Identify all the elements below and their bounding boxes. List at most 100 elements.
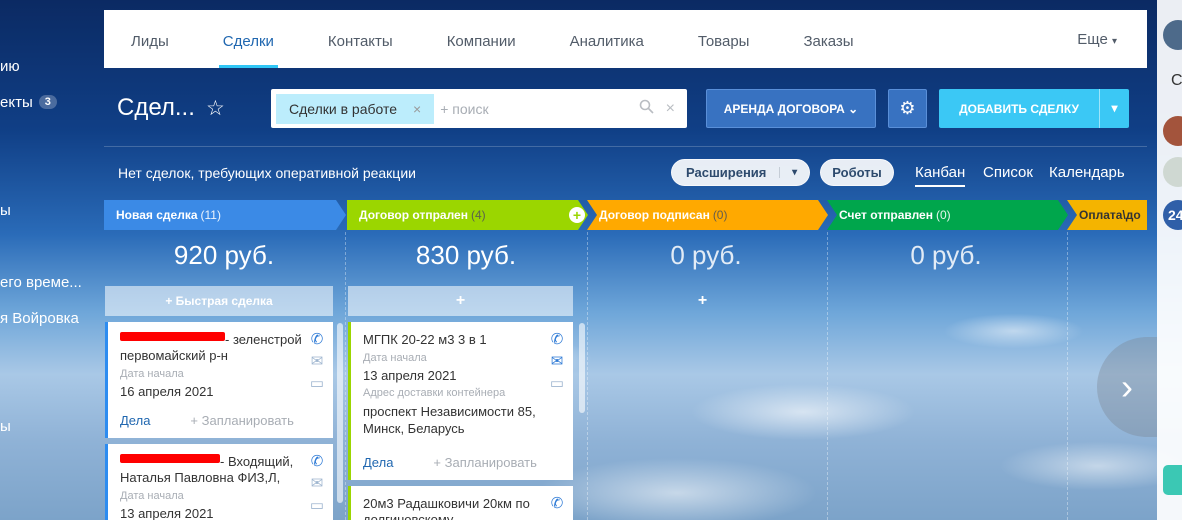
filter-preset-tag[interactable]: Сделки в работе × (276, 93, 435, 124)
mail-icon[interactable]: ✉ (309, 352, 325, 374)
nav-orders[interactable]: Заказы (776, 10, 880, 68)
phone-icon[interactable]: ✆ (549, 494, 565, 516)
counter-badge: 3 (38, 95, 57, 109)
view-kanban-tab[interactable]: Канбан (915, 164, 966, 187)
left-menu-item[interactable]: я Войровка (0, 310, 79, 327)
settings-button[interactable]: ⚙ (888, 89, 927, 128)
field-label: Дата начала (363, 352, 427, 364)
stage-count: (4) (470, 208, 486, 222)
phone-icon[interactable]: ✆ (549, 330, 565, 352)
activities-link[interactable]: Дела (120, 413, 150, 428)
stage-sum: 0 руб. (910, 240, 982, 270)
redaction-mark (120, 454, 220, 463)
page-title: Сдел... (117, 94, 195, 121)
chevron-down-icon: ⌄ (848, 101, 859, 116)
nav-more[interactable]: Еще ▾ (1077, 31, 1117, 48)
left-menu: ию екты 3 ы его време... я Войровка ы (0, 0, 104, 520)
arenda-dogovora-button[interactable]: АРЕНДА ДОГОВОРА ⌄ (706, 89, 876, 128)
quick-deal-button[interactable]: + Быстрая сделка (105, 286, 333, 316)
mail-icon[interactable]: ✉ (309, 474, 325, 496)
phone-icon[interactable]: ✆ (309, 330, 325, 352)
card-actions: ✆ ✉ ▭ (549, 330, 565, 396)
deal-title[interactable]: - зеленстрой первомайский р-н (120, 332, 305, 364)
clear-icon[interactable]: × (666, 100, 675, 118)
column-scrollbar[interactable] (337, 323, 343, 503)
deal-card[interactable]: 20м3 Радашковичи 20км по долгиновскому ✆ (348, 486, 573, 520)
deal-card[interactable]: МГПК 20-22 м3 3 в 1 Дата начала 13 апрел… (348, 322, 573, 480)
stage-sum: 830 руб. (415, 240, 517, 270)
field-value: 13 апреля 2021 (363, 368, 457, 383)
stage-name: Счет отправлен (839, 208, 933, 222)
stage-contract-signed[interactable]: Договор подписан (0) (587, 200, 823, 230)
stage-sum: 920 руб. (173, 240, 275, 270)
chat-icon[interactable]: ▭ (309, 374, 325, 396)
chevron-down-icon[interactable]: ▾ (779, 167, 809, 178)
left-menu-item[interactable]: ы (0, 202, 11, 219)
add-stage-icon[interactable]: + (569, 207, 585, 223)
arenda-button-label: АРЕНДА ДОГОВОРА (723, 101, 845, 116)
deal-title[interactable]: - Входящий, Наталья Павловна ФИЗ,Л, (120, 454, 305, 486)
chevron-down-icon: ▾ (1111, 35, 1117, 47)
field-value: 16 апреля 2021 (120, 384, 214, 399)
add-deal-button[interactable]: ДОБАВИТЬ СДЕЛКУ ▾ (939, 89, 1129, 128)
card-actions: ✆ (549, 494, 565, 516)
deal-title[interactable]: МГПК 20-22 м3 3 в 1 (363, 332, 548, 348)
extensions-label: Расширения (686, 165, 767, 180)
stage-count: (11) (200, 208, 221, 222)
field-value: 13 апреля 2021 (120, 506, 214, 520)
phone-icon[interactable]: ✆ (309, 452, 325, 474)
view-calendar-tab[interactable]: Календарь (1049, 164, 1125, 181)
plan-link[interactable]: + Запланировать (190, 413, 293, 428)
search-icon[interactable] (639, 99, 654, 119)
chevron-down-icon[interactable]: ▾ (1099, 89, 1129, 128)
deal-card[interactable]: - Входящий, Наталья Павловна ФИЗ,Л, Дата… (105, 444, 333, 520)
nav-analytics[interactable]: Аналитика (543, 10, 671, 68)
deal-title[interactable]: 20м3 Радашковичи 20км по долгиновскому (363, 496, 548, 520)
card-actions: ✆ ✉ ▭ (309, 452, 325, 518)
stage-sum: 0 руб. (670, 240, 742, 270)
right-bar-label: С (1171, 72, 1182, 89)
left-menu-item[interactable]: его време... (0, 274, 82, 291)
nav-more-label: Еще (1077, 30, 1108, 48)
robots-button[interactable]: Роботы (820, 159, 894, 186)
column-separator (345, 232, 346, 520)
column-separator (1067, 232, 1068, 520)
activities-link[interactable]: Дела (363, 455, 393, 470)
crm-top-nav: Лиды Сделки Контакты Компании Аналитика … (104, 10, 1147, 68)
chat-icon[interactable]: ▭ (549, 374, 565, 396)
quick-add-button[interactable]: + (590, 286, 815, 316)
deal-card[interactable]: - зеленстрой первомайский р-н Дата начал… (105, 322, 333, 438)
search-input[interactable]: + поиск (440, 101, 638, 117)
scroll-right-arrow[interactable]: › (1097, 337, 1157, 437)
column-separator (827, 232, 828, 520)
field-label: Адрес доставки контейнера (363, 387, 506, 399)
stage-name: Новая сделка (116, 208, 198, 222)
star-icon[interactable]: ☆ (206, 96, 225, 121)
view-list-tab[interactable]: Список (983, 164, 1033, 181)
column-scrollbar[interactable] (579, 323, 585, 413)
left-menu-item[interactable]: ы (0, 418, 11, 435)
nav-deals[interactable]: Сделки (196, 10, 301, 68)
filter-search-bar[interactable]: Сделки в работе × + поиск × (271, 89, 687, 128)
nav-products[interactable]: Товары (671, 10, 777, 68)
quick-add-button[interactable]: + (348, 286, 573, 316)
field-value: проспект Независимости 85, Минск, Белару… (363, 404, 536, 436)
chat-icon[interactable]: ▭ (309, 496, 325, 518)
stage-invoice-sent[interactable]: Счет отправлен (0) (827, 200, 1063, 230)
stage-new-deal[interactable]: Новая сделка (11) (104, 200, 340, 230)
filter-preset-label: Сделки в работе (289, 100, 398, 117)
close-icon[interactable]: × (413, 101, 421, 117)
nav-contacts[interactable]: Контакты (301, 10, 420, 68)
stage-payment[interactable]: Оплата\до (1067, 200, 1147, 230)
left-menu-item[interactable]: ию (0, 58, 20, 75)
stage-name: Оплата\до (1079, 208, 1141, 222)
extensions-button[interactable]: Расширения ▾ (671, 159, 810, 186)
plan-link[interactable]: + Запланировать (433, 455, 536, 470)
column-separator (587, 232, 588, 520)
nav-leads[interactable]: Лиды (104, 10, 196, 68)
left-menu-item[interactable]: екты 3 (0, 94, 57, 111)
nav-companies[interactable]: Компании (420, 10, 543, 68)
chat-widget-icon[interactable] (1163, 465, 1182, 495)
mail-icon[interactable]: ✉ (549, 352, 565, 374)
stage-contract-sent[interactable]: Договор отпрален (4) (347, 200, 583, 230)
